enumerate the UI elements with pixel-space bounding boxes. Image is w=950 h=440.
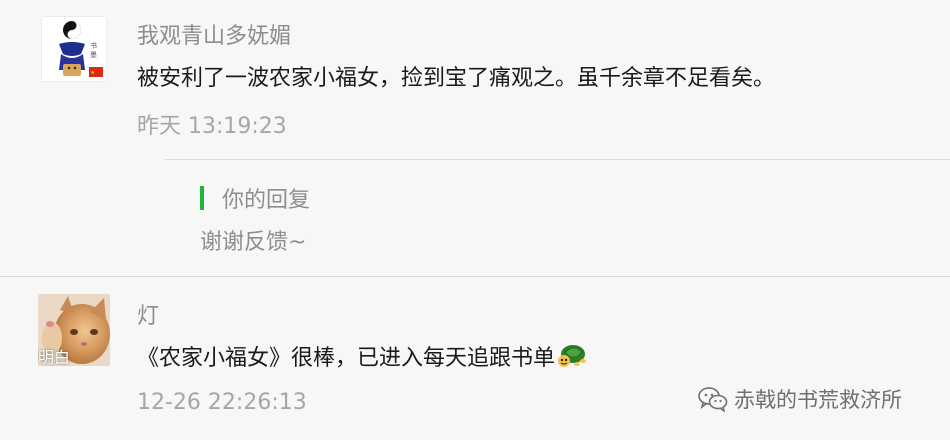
- watermark-text: 赤戟的书荒救济所: [734, 388, 902, 412]
- avatar-caption: 明白: [38, 348, 71, 366]
- avatar[interactable]: 书 墨 ★: [41, 16, 107, 82]
- reply-label: 你的回复: [222, 188, 311, 213]
- turtle-emoji-icon: [558, 345, 587, 367]
- comment-text: 被安利了一波农家小福女，捡到宝了痛观之。虽千余章不足看矣。: [137, 66, 776, 91]
- reply-accent-bar: [200, 186, 204, 210]
- account-watermark: 赤戟的书荒救济所: [698, 384, 902, 414]
- avatar[interactable]: 明白: [38, 294, 110, 366]
- taiji-figure-avatar-icon: 书 墨 ★: [41, 16, 107, 82]
- svg-text:书: 书: [90, 41, 97, 50]
- comment-divider: [0, 276, 950, 277]
- svg-text:★: ★: [91, 70, 96, 76]
- comment-timestamp: 12-26 22:26:13: [137, 390, 307, 415]
- reply-divider: [165, 159, 950, 160]
- comment-timestamp: 昨天 13:19:23: [137, 114, 287, 139]
- reply-text: 谢谢反馈~: [200, 230, 307, 255]
- wechat-logo-icon: [698, 387, 728, 412]
- comments-page: 书 墨 ★ 我观青山多妩媚 被安利了一波农家小福女，捡到宝了痛观之。虽千余章不足…: [0, 0, 950, 440]
- commenter-name[interactable]: 我观青山多妩媚: [137, 18, 291, 50]
- svg-text:墨: 墨: [90, 51, 97, 59]
- commenter-name[interactable]: 灯: [137, 298, 159, 330]
- comment-text-content: 《农家小福女》很棒，已进入每天追跟书单: [137, 346, 556, 371]
- comment-text: 《农家小福女》很棒，已进入每天追跟书单: [137, 340, 587, 372]
